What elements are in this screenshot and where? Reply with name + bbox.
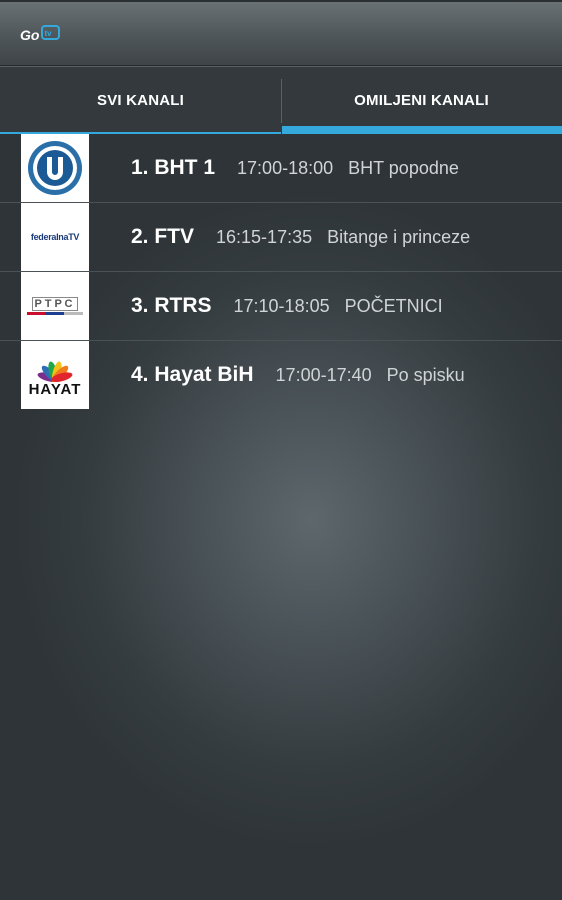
tab-all-channels-label: SVI KANALI <box>96 92 184 109</box>
ftv-logo-icon: federalnaTV <box>21 203 89 271</box>
tab-favorite-channels[interactable]: OMILJENI KANALI <box>281 67 562 134</box>
channel-name: 3. RTRS <box>131 294 212 317</box>
channel-row-rtrs[interactable]: РТРС 3. RTRS 17:10-18:05 POČETNICI <box>0 272 562 341</box>
channel-row-ftv[interactable]: federalnaTV 2. FTV 16:15-17:35 Bitange i… <box>0 203 562 272</box>
channel-name: 2. FTV <box>131 225 195 248</box>
program-time: 17:00-17:40 <box>275 364 372 385</box>
action-bar: Go tv <box>0 0 562 66</box>
rtrs-logo-text: РТРС <box>31 297 79 311</box>
svg-text:tv: tv <box>45 29 53 38</box>
rtrs-logo-icon: РТРС <box>21 272 89 340</box>
hayat-logo-icon: HAYAT <box>21 341 89 409</box>
program-time: 17:00-18:00 <box>237 157 334 178</box>
tab-selected-indicator <box>282 126 562 134</box>
gotv-logo-icon[interactable]: Go tv <box>20 23 62 47</box>
program-title: POČETNICI <box>344 295 443 316</box>
program-time: 17:10-18:05 <box>233 295 330 316</box>
program-title: BHT popodne <box>348 157 459 178</box>
program-time: 16:15-17:35 <box>216 226 313 247</box>
channel-row-hayat[interactable]: HAYAT 4. Hayat BiH 17:00-17:40 Po spisku <box>0 341 562 410</box>
program-title: Po spisku <box>386 364 465 385</box>
channel-row-bht1[interactable]: 1. BHT 1 17:00-18:00 BHT popodne <box>0 134 562 203</box>
program-title: Bitange i princeze <box>327 226 471 247</box>
bht1-logo-icon <box>21 134 89 202</box>
tab-bar: SVI KANALI OMILJENI KANALI <box>0 66 562 134</box>
hayat-logo-text: HAYAT <box>28 381 82 398</box>
svg-text:Go: Go <box>20 27 40 43</box>
channel-list: 1. BHT 1 17:00-18:00 BHT popodne federal… <box>0 134 562 410</box>
ftv-logo-text: federalnaTV <box>30 232 80 242</box>
channel-name: 4. Hayat BiH <box>131 363 254 386</box>
channel-name: 1. BHT 1 <box>131 156 216 179</box>
tab-all-channels[interactable]: SVI KANALI <box>0 67 281 134</box>
tab-favorite-channels-label: OMILJENI KANALI <box>354 92 489 109</box>
